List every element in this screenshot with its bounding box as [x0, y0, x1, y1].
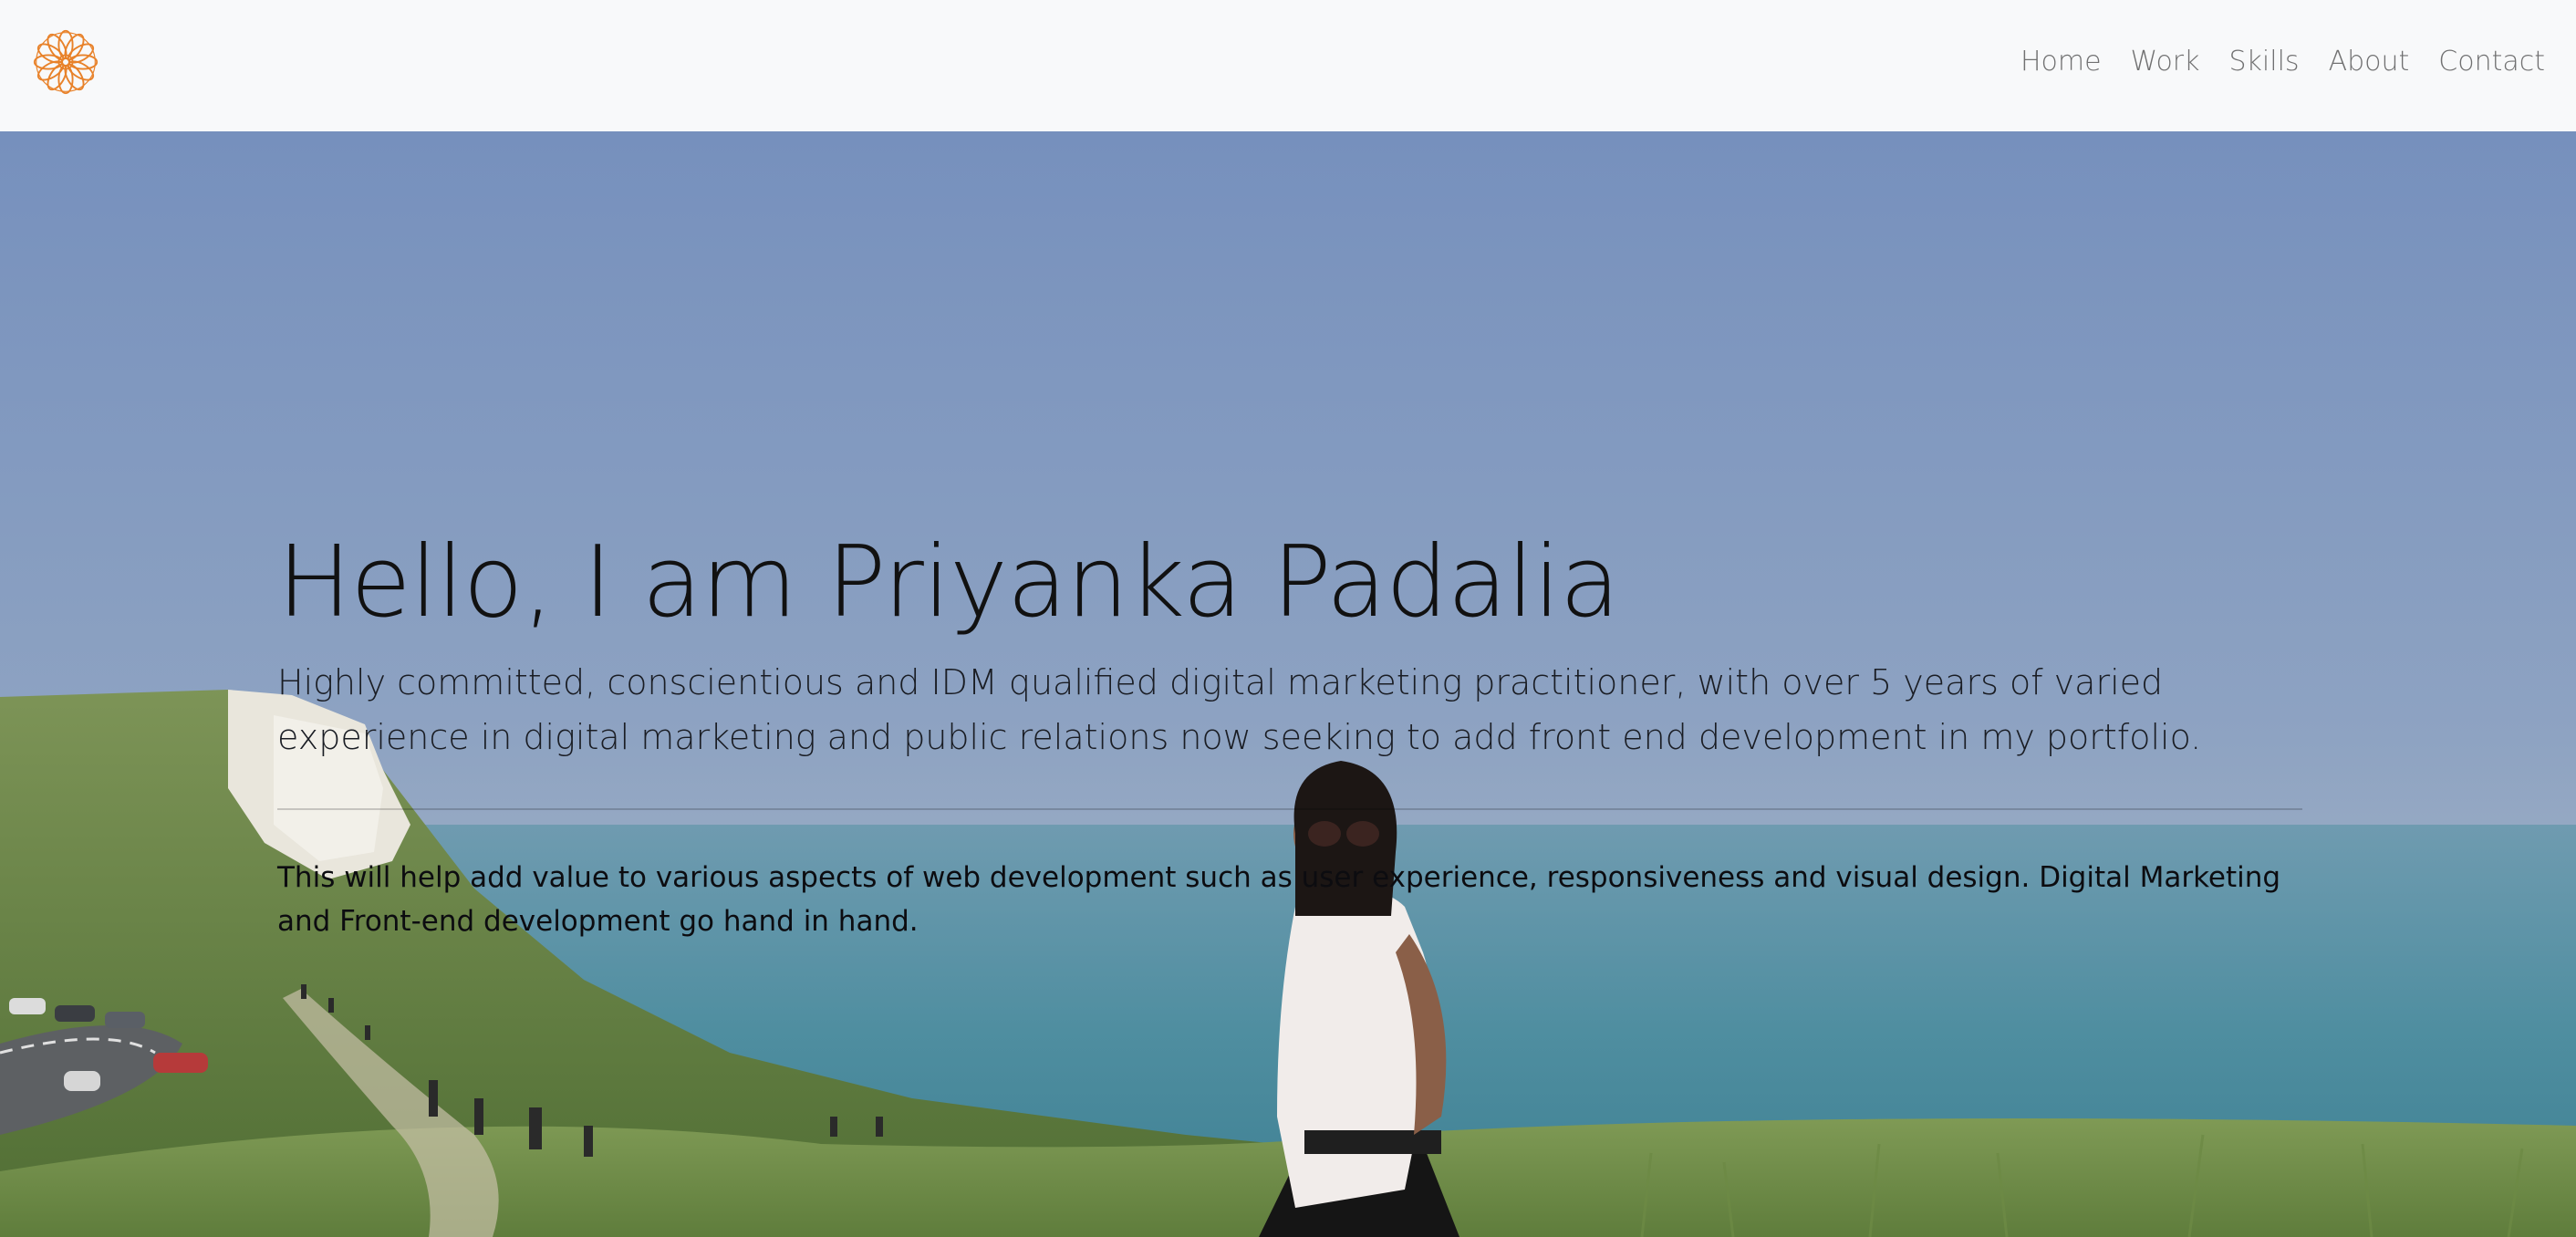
hero-section: Hello, I am Priyanka Padalia Highly comm…: [0, 131, 2576, 1237]
nav-link-about[interactable]: About: [2314, 40, 2425, 84]
hero-divider: [277, 807, 2302, 810]
hero-title: Hello, I am Priyanka Padalia: [277, 525, 1620, 639]
hero-lead-text: Highly committed, conscientious and IDM …: [277, 661, 2202, 757]
nav-links: Home Work Skills About Contact: [2006, 40, 2545, 84]
hero-body-text: This will help add value to various aspe…: [277, 860, 2281, 938]
nav-link-home[interactable]: Home: [2006, 40, 2116, 84]
navbar: Home Work Skills About Contact: [0, 0, 2576, 131]
hero-content: Hello, I am Priyanka Padalia Highly comm…: [277, 524, 2302, 943]
mandala-flower-icon[interactable]: [31, 27, 100, 97]
nav-link-skills[interactable]: Skills: [2215, 40, 2314, 84]
nav-link-contact[interactable]: Contact: [2424, 40, 2545, 84]
nav-link-work[interactable]: Work: [2116, 40, 2215, 84]
